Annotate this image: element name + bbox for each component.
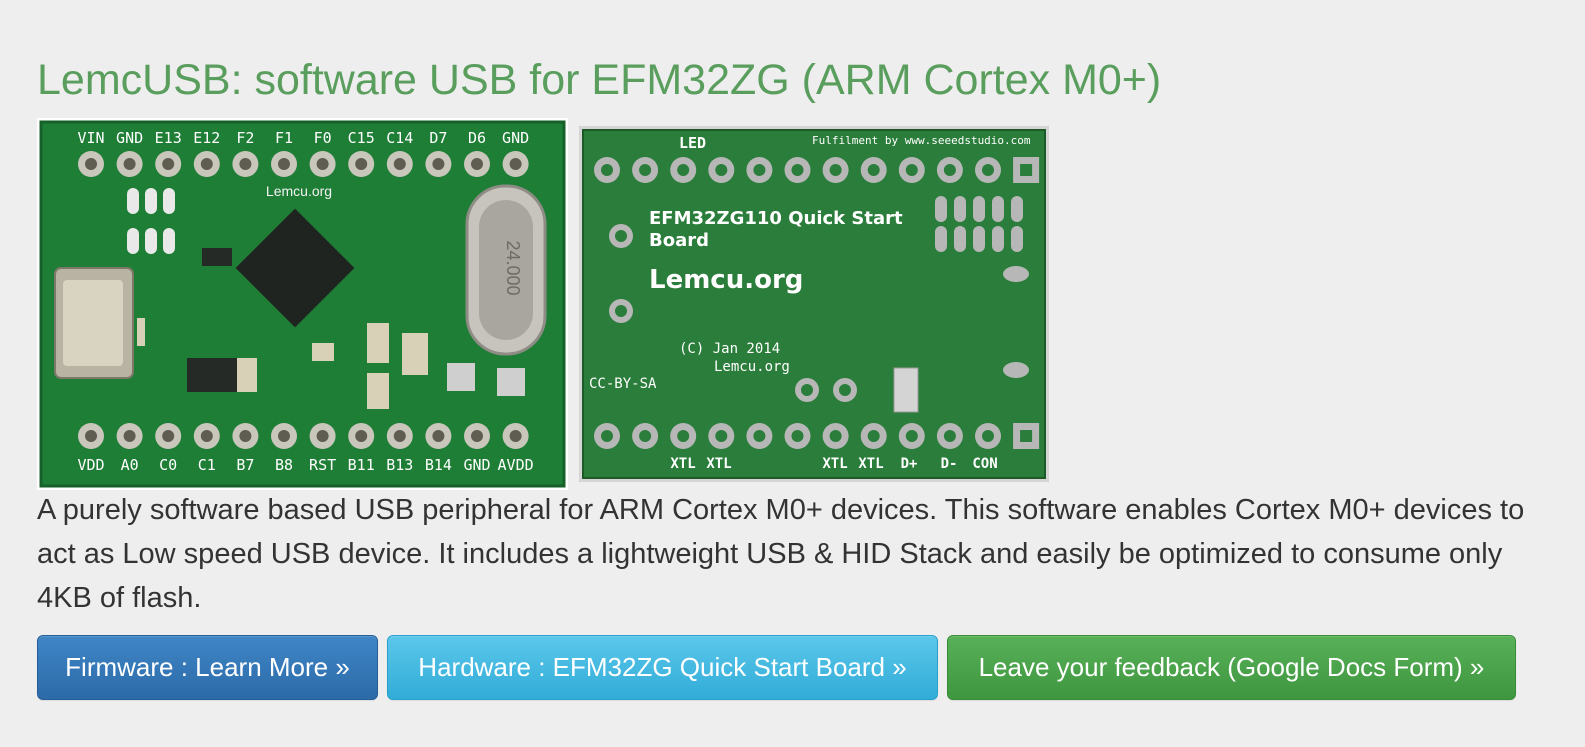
render-bottom-pin-label: XTL bbox=[822, 456, 847, 472]
photo-bottom-pin-label: AVDD bbox=[498, 456, 534, 474]
board-render: LED Fulfilment by www.seeedstudio.com EF… bbox=[579, 126, 1049, 482]
render-copyright: (C) Jan 2014 bbox=[679, 341, 780, 357]
render-bottom-pin-label: XTL bbox=[670, 456, 695, 472]
render-bottom-pin-label: D- bbox=[941, 456, 958, 472]
description: A purely software based USB peripheral f… bbox=[37, 494, 1525, 614]
photo-top-pin-label: D7 bbox=[429, 129, 447, 147]
crystal-label: 24.000 bbox=[503, 240, 523, 295]
page-title: LemcUSB: software USB for EFM32ZG (ARM C… bbox=[37, 56, 1162, 104]
photo-top-pin-label: D6 bbox=[468, 129, 486, 147]
photo-bottom-pin-label: GND bbox=[463, 456, 490, 474]
photo-bottom-pin-label: B14 bbox=[425, 456, 452, 474]
render-bottom-pin-label: D+ bbox=[901, 456, 918, 472]
photo-top-pin-label: C15 bbox=[348, 129, 375, 147]
render-led-label: LED bbox=[679, 134, 706, 152]
photo-bottom-pin-label: C1 bbox=[198, 456, 216, 474]
photo-bottom-pin-label: VDD bbox=[77, 456, 104, 474]
board-images: VIN GND E13 E12 F2 F1 F0 C15 C14 D7 D6 GND VDD A0 C0 C… bbox=[37, 118, 1067, 490]
photo-bottom-pin-label: B13 bbox=[386, 456, 413, 474]
render-bottom-pin-label: CON bbox=[972, 456, 997, 472]
photo-bottom-pin-label: B11 bbox=[348, 456, 375, 474]
photo-top-pin-label: F2 bbox=[236, 129, 254, 147]
board-photo: VIN GND E13 E12 F2 F1 F0 C15 C14 D7 D6 GND VDD A0 C0 C… bbox=[37, 118, 568, 490]
photo-top-pin-label: GND bbox=[502, 129, 529, 147]
render-bottom-pin-label: XTL bbox=[858, 456, 883, 472]
render-board-name-2: Board bbox=[649, 230, 709, 251]
photo-bottom-pin-label: RST bbox=[309, 456, 336, 474]
photo-top-pin-label: E13 bbox=[155, 129, 182, 147]
photo-top-pin-label: VIN bbox=[77, 129, 104, 147]
photo-top-pin-label: C14 bbox=[386, 129, 413, 147]
render-fulfilment: Fulfilment by www.seeedstudio.com bbox=[812, 134, 1031, 147]
photo-top-pin-label: F0 bbox=[314, 129, 332, 147]
photo-bottom-pin-label: B8 bbox=[275, 456, 293, 474]
render-license: CC-BY-SA bbox=[589, 376, 657, 392]
photo-bottom-pin-label: A0 bbox=[121, 456, 139, 474]
render-bottom-pin-label: XTL bbox=[706, 456, 731, 472]
feedback-form-button[interactable]: Leave your feedback (Google Docs Form) » bbox=[947, 635, 1516, 700]
render-board-name-1: EFM32ZG110 Quick Start bbox=[649, 208, 903, 229]
photo-bottom-pin-label: B7 bbox=[236, 456, 254, 474]
photo-top-pin-label: E12 bbox=[193, 129, 220, 147]
hardware-quick-start-button[interactable]: Hardware : EFM32ZG Quick Start Board » bbox=[387, 635, 938, 700]
firmware-learn-more-button[interactable]: Firmware : Learn More » bbox=[37, 635, 378, 700]
photo-silk-url: Lemcu.org bbox=[266, 183, 332, 199]
photo-top-pin-label: F1 bbox=[275, 129, 293, 147]
render-big-url: Lemcu.org bbox=[649, 265, 803, 295]
render-copyright-url: Lemcu.org bbox=[714, 359, 790, 375]
photo-bottom-pin-label: C0 bbox=[159, 456, 177, 474]
photo-top-pin-label: GND bbox=[116, 129, 143, 147]
